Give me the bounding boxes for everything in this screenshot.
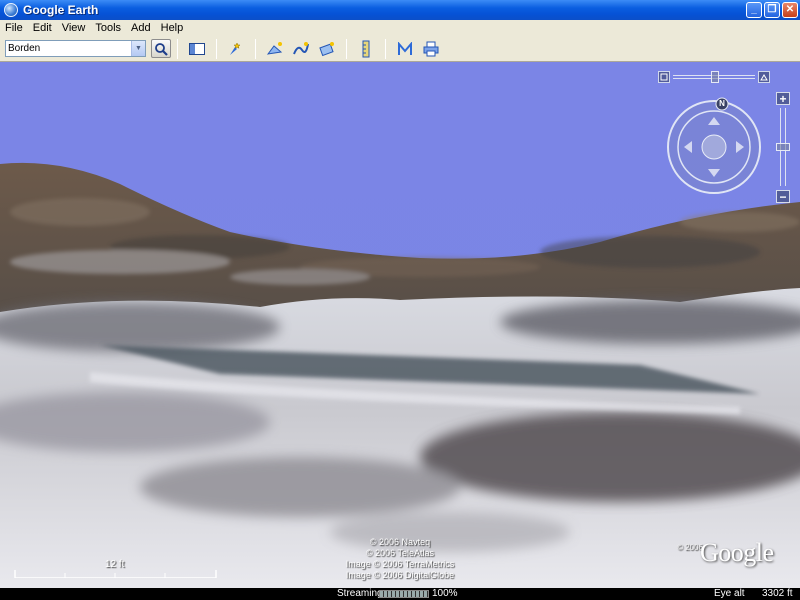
streaming-progress-bar xyxy=(379,590,429,598)
status-bar: Streaming 100% Eye alt 3302 ft xyxy=(0,588,800,600)
maximize-button[interactable]: ❐ xyxy=(764,2,780,18)
toolbar-separator xyxy=(216,38,217,59)
close-button[interactable]: ✕ xyxy=(782,2,798,18)
zoom-in-button[interactable]: + xyxy=(776,92,790,105)
menu-view[interactable]: View xyxy=(57,22,91,34)
tilt-knob[interactable] xyxy=(711,71,719,83)
menu-bar: File Edit View Tools Add Help xyxy=(0,20,800,36)
navigation-compass[interactable] xyxy=(664,97,764,197)
zoom-out-button[interactable]: − xyxy=(776,190,790,203)
tilt-top-down-icon[interactable] xyxy=(658,71,670,83)
menu-help[interactable]: Help xyxy=(156,22,189,34)
chevron-down-icon[interactable]: ▼ xyxy=(131,41,145,56)
polygon-icon[interactable] xyxy=(266,40,284,58)
print-icon[interactable] xyxy=(422,40,440,58)
toolbar-separator xyxy=(255,38,256,59)
menu-file[interactable]: File xyxy=(0,22,28,34)
window-title: Google Earth xyxy=(23,3,99,17)
streaming-progress-fill xyxy=(380,591,428,597)
minimize-button[interactable]: _ xyxy=(746,2,762,18)
copyright-line: Image © 2006 DigitalGlobe xyxy=(345,570,455,580)
eye-alt-value: 3302 ft xyxy=(762,588,793,599)
overlay-icon[interactable] xyxy=(318,40,336,58)
window-controls: _ ❐ ✕ xyxy=(746,2,798,18)
compass-north-label: N xyxy=(719,99,725,108)
streaming-percent: 100% xyxy=(432,588,458,599)
toolbar-separator xyxy=(177,38,178,59)
google-earth-app-icon[interactable] xyxy=(4,3,18,17)
tilt-slider[interactable] xyxy=(658,70,770,84)
toolbar-separator xyxy=(385,38,386,59)
google-logo: Google xyxy=(700,538,774,567)
email-icon[interactable] xyxy=(396,40,414,58)
copyright-line: © 2006 TeleAtlas xyxy=(365,548,434,558)
path-icon[interactable] xyxy=(292,40,310,58)
tilt-horizon-icon[interactable] xyxy=(758,71,770,83)
copyright-line: Image © 2006 TerraMetrics xyxy=(345,559,455,569)
sidebar-toggle-icon[interactable] xyxy=(188,40,206,58)
streaming-label: Streaming xyxy=(337,588,383,599)
menu-tools[interactable]: Tools xyxy=(90,22,126,34)
copyright-line: © 2006 Navteq xyxy=(369,537,431,547)
search-icon xyxy=(155,42,168,56)
zoom-knob[interactable] xyxy=(776,143,790,151)
title-bar: Google Earth _ ❐ ✕ xyxy=(0,0,800,20)
eye-alt-label: Eye alt xyxy=(714,588,745,599)
search-input[interactable] xyxy=(6,41,130,56)
placemark-icon[interactable] xyxy=(227,40,245,58)
ruler-icon[interactable] xyxy=(357,40,375,58)
tilt-track[interactable] xyxy=(673,71,755,83)
menu-add[interactable]: Add xyxy=(126,22,156,34)
search-combobox[interactable]: ▼ xyxy=(5,40,146,57)
menu-edit[interactable]: Edit xyxy=(28,22,57,34)
toolbar: ▼ xyxy=(0,36,800,62)
imagery-copyright: © 2006 Navteq © 2006 TeleAtlas Image © 2… xyxy=(318,537,482,581)
toolbar-separator xyxy=(346,38,347,59)
search-button[interactable] xyxy=(151,39,171,58)
scale-label: 12 ft xyxy=(105,559,125,570)
scale-bar xyxy=(14,570,217,578)
